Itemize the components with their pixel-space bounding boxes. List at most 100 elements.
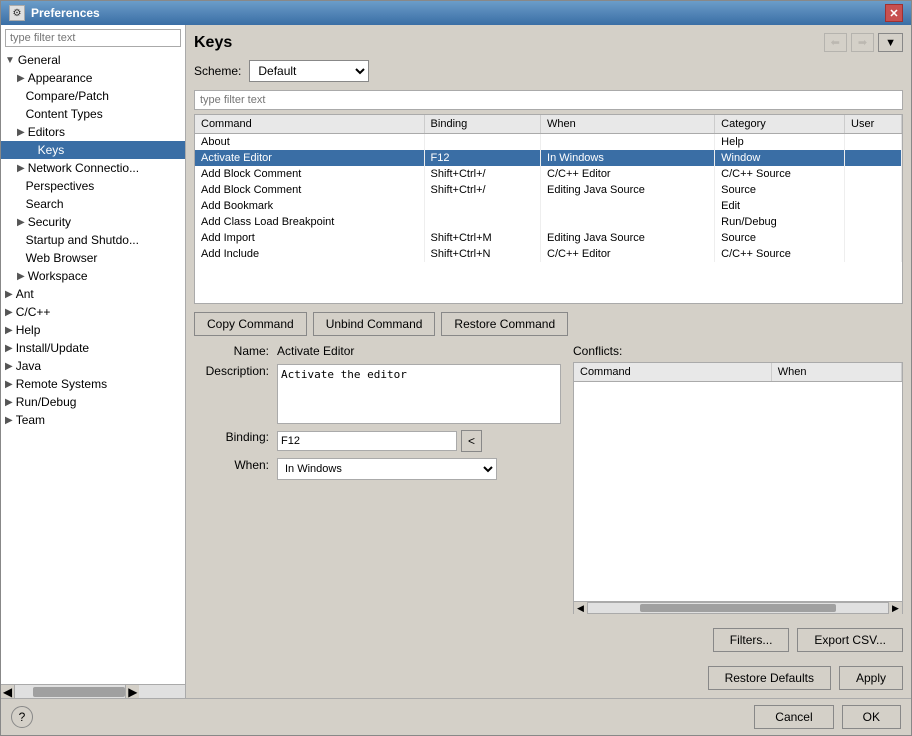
apply-button[interactable]: Apply [839, 666, 903, 690]
table-row[interactable]: Add BookmarkEdit [195, 198, 902, 214]
table-row[interactable]: Add Class Load BreakpointRun/Debug [195, 214, 902, 230]
sidebar-item-label: Security [28, 215, 71, 229]
binding-input[interactable] [277, 431, 457, 451]
cell-when: Editing Java Source [541, 182, 715, 198]
cell-user [845, 134, 902, 151]
preferences-dialog: ⚙ Preferences ✕ ▼ General ▶ Appearance C… [0, 0, 912, 736]
cell-binding: Shift+Ctrl+N [424, 246, 540, 262]
nav-buttons: ⬅ ➡ ▼ [824, 33, 903, 52]
sidebar-item-keys[interactable]: Keys [1, 141, 185, 159]
details-right: Conflicts: Command When [573, 344, 903, 614]
back-button[interactable]: ⬅ [824, 33, 847, 52]
description-row: Description: [194, 364, 561, 424]
sidebar-scrollbar[interactable]: ◀ ▶ [1, 684, 185, 698]
ok-button[interactable]: OK [842, 705, 901, 729]
sidebar-item-install-update[interactable]: ▶ Install/Update [1, 339, 185, 357]
sidebar-item-help[interactable]: ▶ Help [1, 321, 185, 339]
conflict-col-command: Command [574, 363, 771, 382]
sidebar-item-general[interactable]: ▼ General [1, 51, 185, 69]
table-row[interactable]: Add ImportShift+Ctrl+MEditing Java Sourc… [195, 230, 902, 246]
sidebar-item-perspectives[interactable]: Perspectives [1, 177, 185, 195]
export-csv-button[interactable]: Export CSV... [797, 628, 903, 652]
expand-icon: ▶ [17, 271, 25, 282]
description-textarea[interactable] [277, 364, 561, 424]
table-row[interactable]: Activate EditorF12In WindowsWindow [195, 150, 902, 166]
expand-icon: ▼ [5, 55, 15, 66]
expand-icon: ▶ [5, 397, 13, 408]
restore-defaults-button[interactable]: Restore Defaults [708, 666, 831, 690]
sidebar-item-label: Java [16, 359, 41, 373]
sidebar-item-editors[interactable]: ▶ Editors [1, 123, 185, 141]
cell-when: C/C++ Editor [541, 246, 715, 262]
sidebar-item-network-connections[interactable]: ▶ Network Connectio... [1, 159, 185, 177]
copy-command-button[interactable]: Copy Command [194, 312, 307, 336]
cell-user [845, 150, 902, 166]
sidebar-item-compare-patch[interactable]: Compare/Patch [1, 87, 185, 105]
cell-command: About [195, 134, 424, 151]
panel-header: Keys ⬅ ➡ ▼ [194, 33, 903, 52]
sidebar-item-ant[interactable]: ▶ Ant [1, 285, 185, 303]
sidebar-scroll-thumb[interactable] [33, 687, 125, 697]
sidebar-item-content-types[interactable]: Content Types [1, 105, 185, 123]
when-select[interactable]: In Windows In Dialogs and Windows [277, 458, 497, 480]
cell-user [845, 182, 902, 198]
conflicts-scroll-thumb[interactable] [640, 604, 837, 612]
col-header-when: When [541, 115, 715, 134]
conflicts-horizontal-scrollbar[interactable]: ◀ ▶ [573, 602, 903, 614]
filters-button[interactable]: Filters... [713, 628, 790, 652]
scheme-select[interactable]: Default Emacs [249, 60, 369, 82]
conflicts-label: Conflicts: [573, 344, 903, 358]
sidebar-item-workspace[interactable]: ▶ Workspace [1, 267, 185, 285]
expand-icon: ▶ [5, 289, 13, 300]
sidebar-item-label: Startup and Shutdo... [26, 233, 139, 247]
sidebar-item-label: Workspace [28, 269, 88, 283]
help-button[interactable]: ? [11, 706, 33, 728]
sidebar-item-label: Content Types [26, 107, 103, 121]
table-row[interactable]: Add IncludeShift+Ctrl+NC/C++ EditorC/C++… [195, 246, 902, 262]
sidebar-item-label: Team [16, 413, 45, 427]
cell-command: Add Block Comment [195, 166, 424, 182]
details-section: Name: Activate Editor Description: Bindi… [194, 344, 903, 614]
table-row[interactable]: AboutHelp [195, 134, 902, 151]
restore-command-button[interactable]: Restore Command [441, 312, 568, 336]
cell-category: C/C++ Source [715, 166, 845, 182]
sidebar-item-label: Run/Debug [16, 395, 77, 409]
sidebar-item-cpp[interactable]: ▶ C/C++ [1, 303, 185, 321]
sidebar-item-team[interactable]: ▶ Team [1, 411, 185, 429]
sidebar-item-label: Appearance [28, 71, 93, 85]
sidebar-item-web-browser[interactable]: Web Browser [1, 249, 185, 267]
sidebar-filter-input[interactable] [5, 29, 181, 47]
conflicts-table: Command When [574, 363, 902, 382]
close-button[interactable]: ✕ [885, 4, 903, 22]
keys-table: Command Binding When Category User About… [195, 115, 902, 262]
sidebar-item-label: Web Browser [26, 251, 98, 265]
sidebar-item-label: Compare/Patch [26, 89, 109, 103]
unbind-command-button[interactable]: Unbind Command [313, 312, 436, 336]
conflicts-table-container[interactable]: Command When [573, 362, 903, 602]
cell-command: Activate Editor [195, 150, 424, 166]
cancel-button[interactable]: Cancel [754, 705, 833, 729]
expand-icon: ▶ [17, 127, 25, 138]
expand-icon-spacer [17, 91, 23, 102]
bottom-buttons-row2: Restore Defaults Apply [194, 660, 903, 690]
keys-table-container[interactable]: Command Binding When Category User About… [194, 114, 903, 304]
table-row[interactable]: Add Block CommentShift+Ctrl+/C/C++ Edito… [195, 166, 902, 182]
sidebar-item-remote-systems[interactable]: ▶ Remote Systems [1, 375, 185, 393]
sidebar-item-java[interactable]: ▶ Java [1, 357, 185, 375]
table-row[interactable]: Add Block CommentShift+Ctrl+/Editing Jav… [195, 182, 902, 198]
menu-button[interactable]: ▼ [878, 33, 903, 52]
when-label: When: [194, 458, 269, 472]
description-label: Description: [194, 364, 269, 378]
sidebar-item-appearance[interactable]: ▶ Appearance [1, 69, 185, 87]
sidebar-item-run-debug[interactable]: ▶ Run/Debug [1, 393, 185, 411]
expand-icon: ▶ [17, 73, 25, 84]
sidebar-item-startup-shutdown[interactable]: Startup and Shutdo... [1, 231, 185, 249]
sidebar-item-security[interactable]: ▶ Security [1, 213, 185, 231]
forward-button[interactable]: ➡ [851, 33, 874, 52]
col-header-binding: Binding [424, 115, 540, 134]
cell-command: Add Import [195, 230, 424, 246]
sidebar-item-search[interactable]: Search [1, 195, 185, 213]
sidebar-item-label: Editors [28, 125, 65, 139]
binding-pick-button[interactable]: < [461, 430, 482, 452]
keys-filter-input[interactable] [194, 90, 903, 110]
